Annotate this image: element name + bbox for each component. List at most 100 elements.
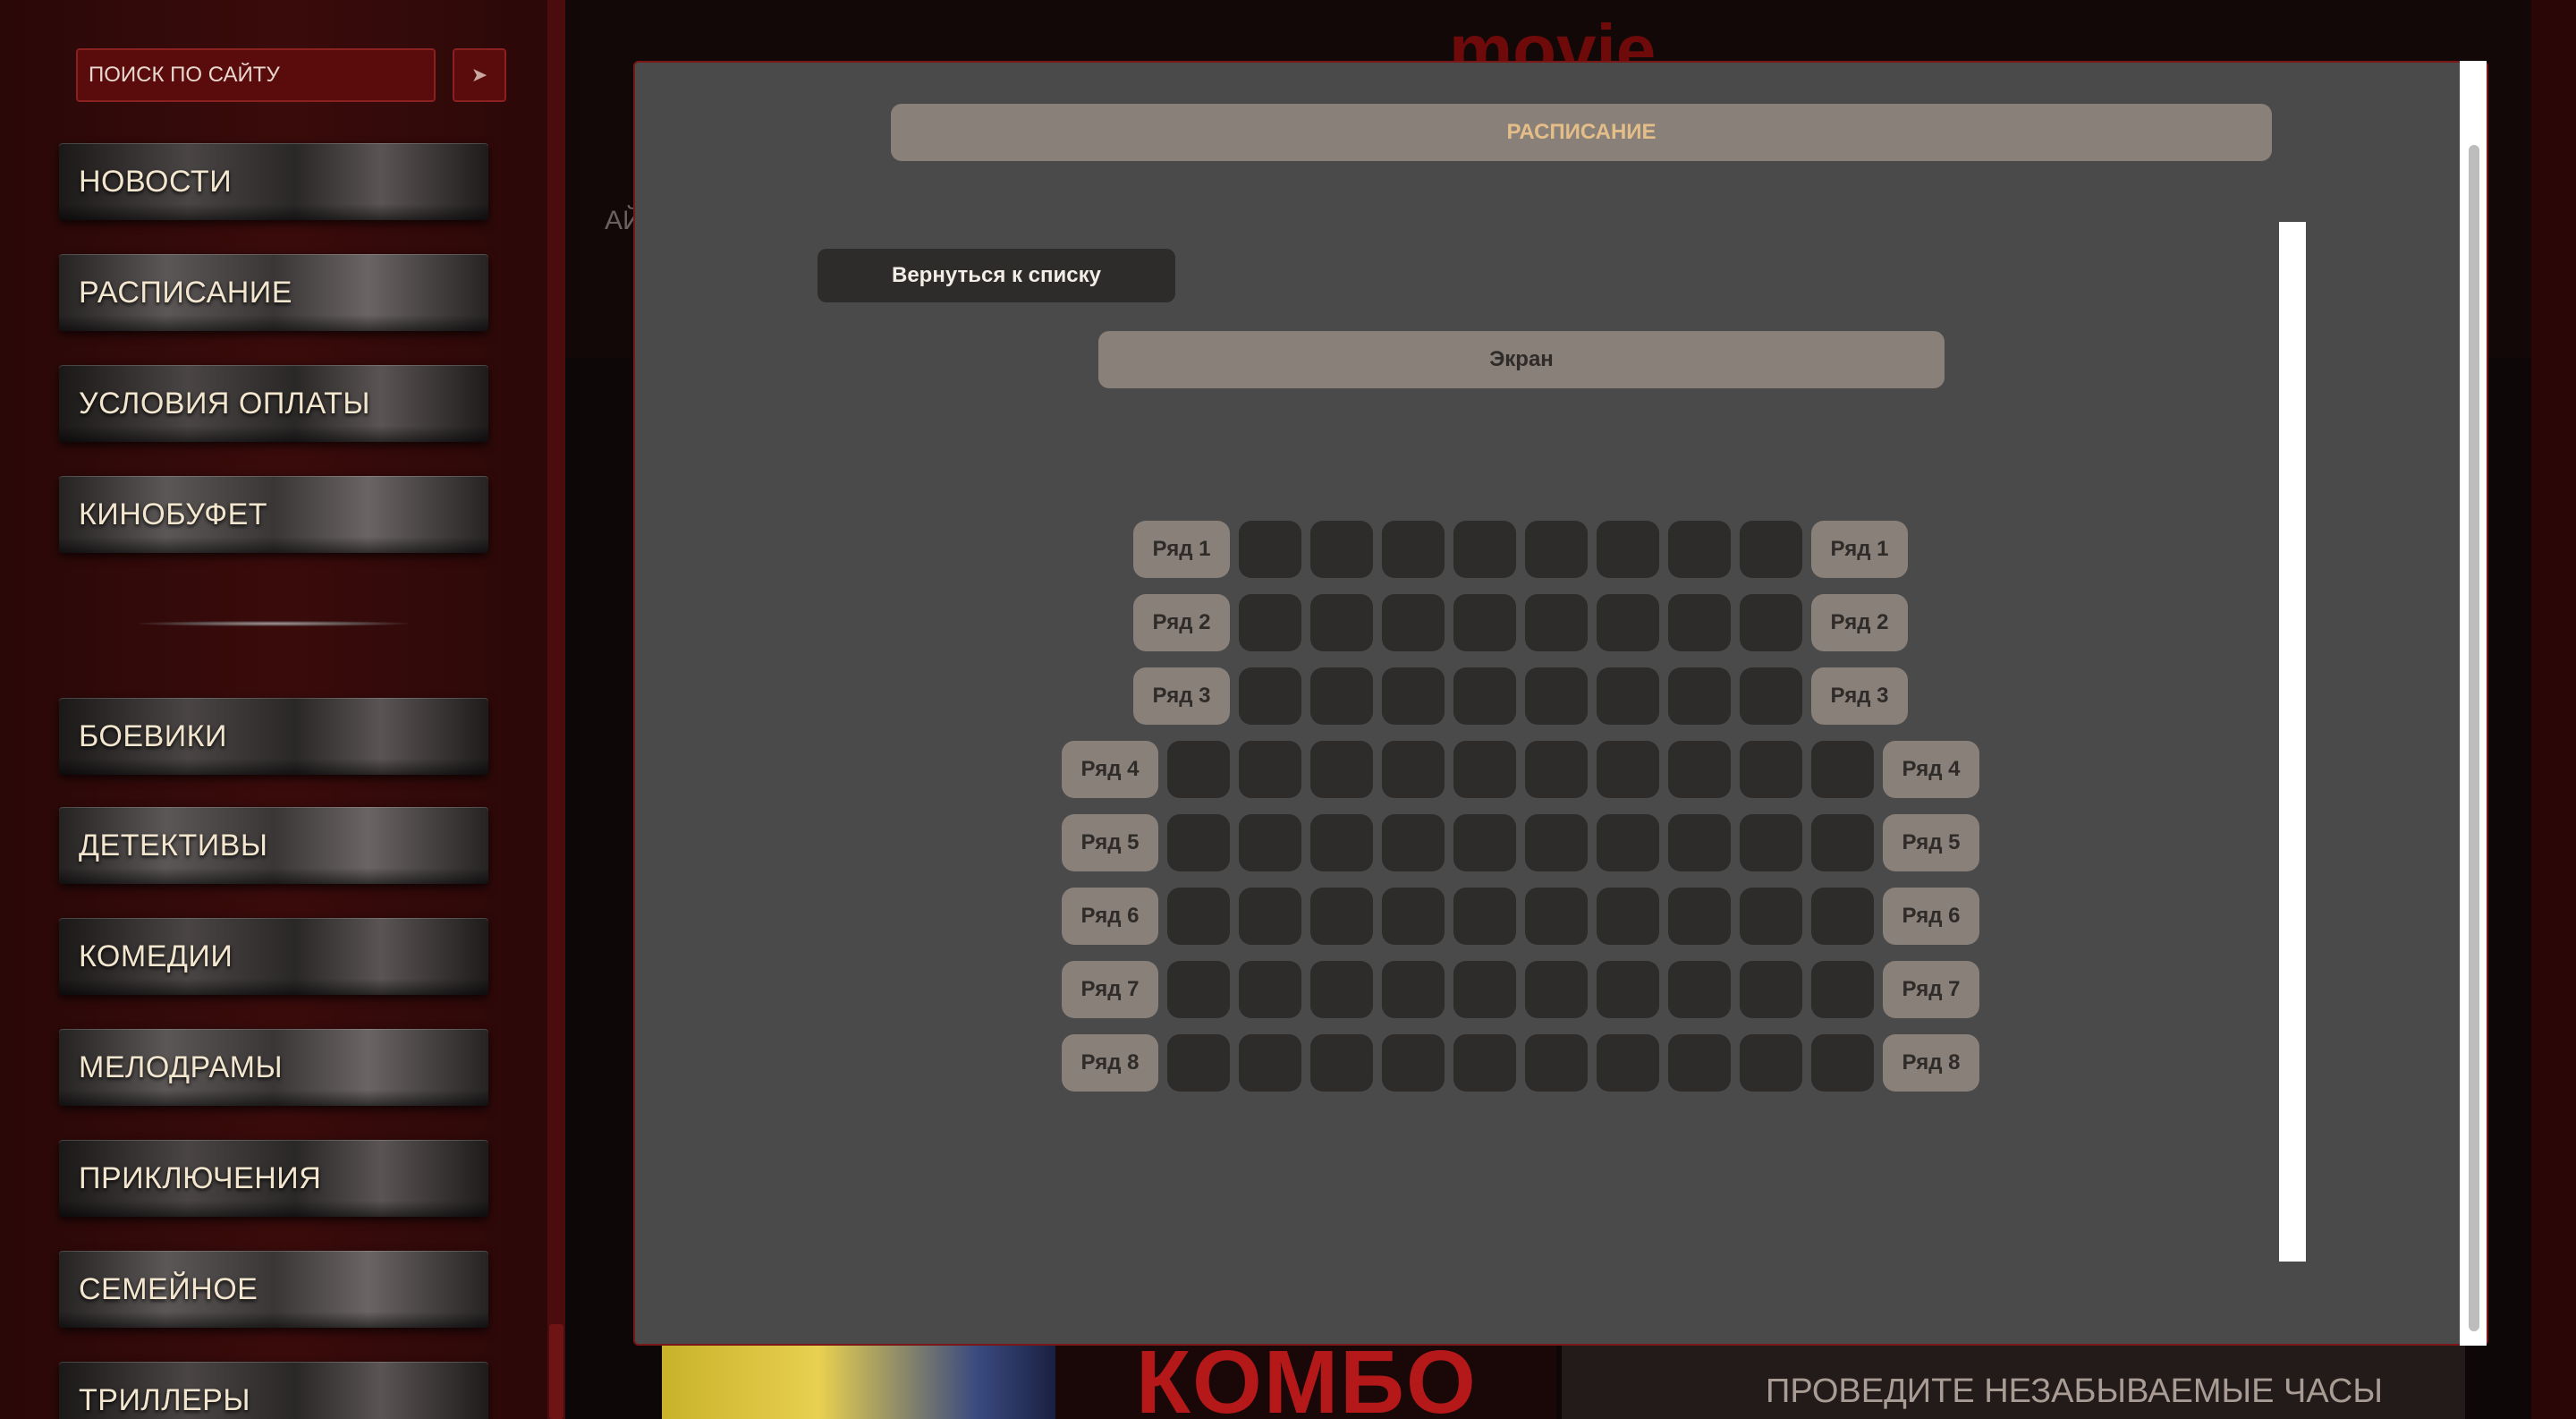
genre-item-thriller[interactable]: ТРИЛЛЕРЫ <box>59 1362 488 1419</box>
seat[interactable] <box>1453 594 1516 651</box>
modal-scrollbar-thumb[interactable] <box>2469 145 2479 1331</box>
seat[interactable] <box>1597 888 1659 945</box>
genre-item-family[interactable]: СЕМЕЙНОЕ <box>59 1251 488 1328</box>
seat[interactable] <box>1382 1034 1445 1092</box>
row-label-left: Ряд 7 <box>1062 961 1158 1018</box>
seat[interactable] <box>1740 741 1802 798</box>
seat[interactable] <box>1310 594 1373 651</box>
seat[interactable] <box>1740 594 1802 651</box>
row-label-right: Ряд 8 <box>1883 1034 1979 1092</box>
seat[interactable] <box>1167 961 1230 1018</box>
menu-item-payment[interactable]: УСЛОВИЯ ОПЛАТЫ <box>59 365 488 442</box>
seat[interactable] <box>1811 1034 1874 1092</box>
seat[interactable] <box>1597 1034 1659 1092</box>
seat[interactable] <box>1668 594 1731 651</box>
seat[interactable] <box>1811 741 1874 798</box>
seat[interactable] <box>1668 814 1731 871</box>
seat[interactable] <box>1167 814 1230 871</box>
seat[interactable] <box>1525 667 1588 725</box>
seat[interactable] <box>1668 888 1731 945</box>
seat[interactable] <box>1668 1034 1731 1092</box>
seat[interactable] <box>1811 961 1874 1018</box>
seat-row: Ряд 4 Ряд 4 <box>0 741 2576 798</box>
seat[interactable] <box>1453 961 1516 1018</box>
seat[interactable] <box>1453 814 1516 871</box>
sidebar-scrollbar-thumb[interactable] <box>549 1324 564 1419</box>
seat[interactable] <box>1382 594 1445 651</box>
seat[interactable] <box>1382 521 1445 578</box>
row-label-left: Ряд 1 <box>1133 521 1230 578</box>
seat[interactable] <box>1525 521 1588 578</box>
seat[interactable] <box>1239 1034 1301 1092</box>
seat[interactable] <box>1310 1034 1373 1092</box>
seat[interactable] <box>1382 741 1445 798</box>
back-to-list-button[interactable]: Вернуться к списку <box>818 249 1175 302</box>
seat[interactable] <box>1453 741 1516 798</box>
seat[interactable] <box>1239 741 1301 798</box>
seat[interactable] <box>1167 741 1230 798</box>
promo-banner-popcorn[interactable] <box>662 1342 1055 1419</box>
seat[interactable] <box>1310 667 1373 725</box>
seat[interactable] <box>1382 667 1445 725</box>
seat[interactable] <box>1740 667 1802 725</box>
seat[interactable] <box>1239 594 1301 651</box>
seat-row: Ряд 5 Ряд 5 <box>0 814 2576 871</box>
seat[interactable] <box>1525 741 1588 798</box>
seat[interactable] <box>1740 814 1802 871</box>
seat[interactable] <box>1239 667 1301 725</box>
row-label-right: Ряд 6 <box>1883 888 1979 945</box>
seat[interactable] <box>1310 741 1373 798</box>
row-label-left: Ряд 6 <box>1062 888 1158 945</box>
menu-item-label: НОВОСТИ <box>79 165 233 199</box>
seat[interactable] <box>1310 814 1373 871</box>
seat[interactable] <box>1167 888 1230 945</box>
seat[interactable] <box>1382 961 1445 1018</box>
seat[interactable] <box>1239 888 1301 945</box>
seat[interactable] <box>1525 1034 1588 1092</box>
seat[interactable] <box>1597 741 1659 798</box>
search-input[interactable] <box>76 48 436 102</box>
seat[interactable] <box>1310 521 1373 578</box>
seat[interactable] <box>1167 1034 1230 1092</box>
seat[interactable] <box>1239 814 1301 871</box>
seat[interactable] <box>1453 521 1516 578</box>
genre-item-adventure[interactable]: ПРИКЛЮЧЕНИЯ <box>59 1140 488 1217</box>
seat[interactable] <box>1453 888 1516 945</box>
row-label-right: Ряд 4 <box>1883 741 1979 798</box>
seat[interactable] <box>1597 594 1659 651</box>
seat[interactable] <box>1525 888 1588 945</box>
seat[interactable] <box>1382 888 1445 945</box>
seat[interactable] <box>1453 1034 1516 1092</box>
seat[interactable] <box>1668 741 1731 798</box>
seat[interactable] <box>1239 961 1301 1018</box>
menu-item-label: СЕМЕЙНОЕ <box>79 1272 258 1306</box>
menu-item-news[interactable]: НОВОСТИ <box>59 143 488 220</box>
seat[interactable] <box>1310 888 1373 945</box>
seat[interactable] <box>1811 888 1874 945</box>
seat-row: Ряд 6 Ряд 6 <box>0 888 2576 945</box>
seat[interactable] <box>1597 667 1659 725</box>
seat[interactable] <box>1239 521 1301 578</box>
search-button[interactable]: ➤ <box>453 48 506 102</box>
menu-item-schedule[interactable]: РАСПИСАНИЕ <box>59 254 488 331</box>
seat[interactable] <box>1740 888 1802 945</box>
seat[interactable] <box>1668 521 1731 578</box>
menu-item-label: УСЛОВИЯ ОПЛАТЫ <box>79 387 370 421</box>
seat[interactable] <box>1525 814 1588 871</box>
seat[interactable] <box>1668 961 1731 1018</box>
row-label-right: Ряд 1 <box>1811 521 1908 578</box>
seat[interactable] <box>1597 961 1659 1018</box>
seat[interactable] <box>1525 594 1588 651</box>
seat[interactable] <box>1310 961 1373 1018</box>
seat[interactable] <box>1740 1034 1802 1092</box>
seat[interactable] <box>1597 814 1659 871</box>
seat[interactable] <box>1597 521 1659 578</box>
seat[interactable] <box>1453 667 1516 725</box>
seat[interactable] <box>1811 814 1874 871</box>
seat[interactable] <box>1525 961 1588 1018</box>
seat[interactable] <box>1668 667 1731 725</box>
seat-row: Ряд 1 Ряд 1 <box>0 521 2576 578</box>
seat[interactable] <box>1382 814 1445 871</box>
seat[interactable] <box>1740 521 1802 578</box>
seat[interactable] <box>1740 961 1802 1018</box>
